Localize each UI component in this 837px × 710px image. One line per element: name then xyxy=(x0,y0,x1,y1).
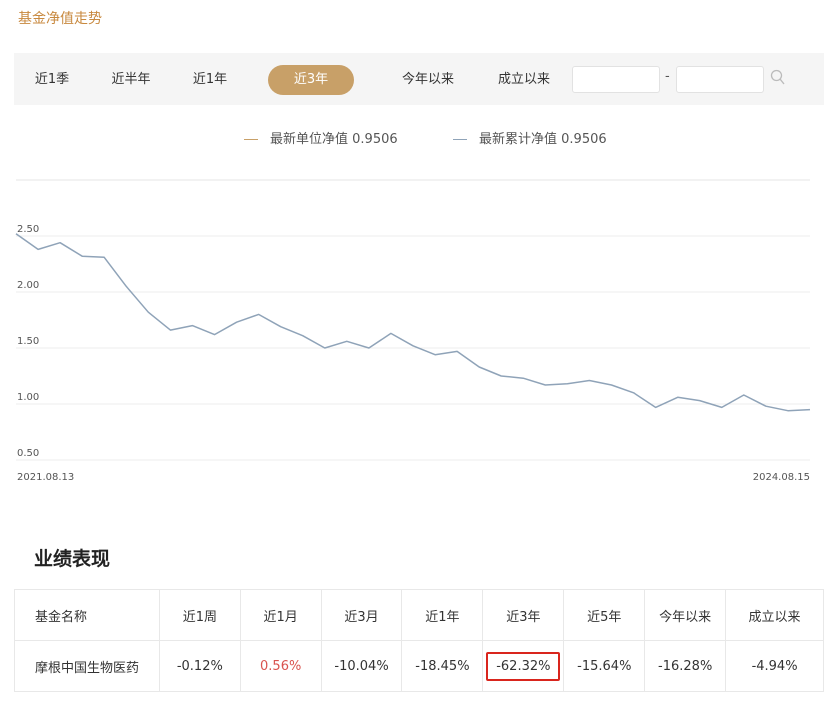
legend-cumulative-nav: 最新累计净值 0.9506 xyxy=(453,128,607,147)
start-date-input[interactable] xyxy=(572,66,660,93)
legend-label: 最新累计净值 xyxy=(479,132,557,147)
header-3-year: 近3年 xyxy=(483,590,564,641)
return-1-week: -0.12% xyxy=(159,641,240,692)
tab-half-year[interactable]: 近半年 xyxy=(106,65,156,95)
return-3-year-cell: -62.32% xyxy=(483,641,564,692)
return-since-inception: -4.94% xyxy=(726,641,824,692)
tab-1-quarter[interactable]: 近1季 xyxy=(30,65,74,95)
fund-name-cell[interactable]: 摩根中国生物医药 xyxy=(15,641,160,692)
tab-1-year[interactable]: 近1年 xyxy=(188,65,232,95)
legend-unit-nav: 最新单位净值 0.9506 xyxy=(244,128,398,147)
header-5-year: 近5年 xyxy=(564,590,645,641)
header-since-inception: 成立以来 xyxy=(726,590,824,641)
header-1-week: 近1周 xyxy=(159,590,240,641)
return-5-year: -15.64% xyxy=(564,641,645,692)
performance-title: 业绩表现 xyxy=(34,544,110,571)
date-separator: - xyxy=(665,69,670,84)
return-3-month: -10.04% xyxy=(321,641,402,692)
legend-value: 0.9506 xyxy=(561,132,607,147)
header-fund-name: 基金名称 xyxy=(15,590,160,641)
legend-label: 最新单位净值 xyxy=(270,132,348,147)
x-label-start: 2021.08.13 xyxy=(17,472,74,483)
tab-ytd[interactable]: 今年以来 xyxy=(396,65,460,95)
y-tick-label: 2.50 xyxy=(17,224,39,235)
table-row: 摩根中国生物医药 -0.12% 0.56% -10.04% -18.45% -6… xyxy=(15,641,824,692)
return-1-month: 0.56% xyxy=(240,641,321,692)
header-1-year: 近1年 xyxy=(402,590,483,641)
performance-table: 基金名称 近1周 近1月 近3月 近1年 近3年 近5年 今年以来 成立以来 摩… xyxy=(14,589,824,692)
chart-legend: 最新单位净值 0.9506 最新累计净值 0.9506 xyxy=(0,128,837,148)
legend-value: 0.9506 xyxy=(352,132,398,147)
search-icon[interactable] xyxy=(770,69,786,87)
section-title: 基金净值走势 xyxy=(18,8,102,28)
x-label-end: 2024.08.15 xyxy=(753,472,810,483)
legend-swatch xyxy=(244,139,258,140)
series-line xyxy=(16,234,810,411)
table-header-row: 基金名称 近1周 近1月 近3月 近1年 近3年 近5年 今年以来 成立以来 xyxy=(15,590,824,641)
header-3-month: 近3月 xyxy=(321,590,402,641)
range-toolbar: 近1季 近半年 近1年 近3年 今年以来 成立以来 - xyxy=(14,53,824,105)
y-tick-label: 0.50 xyxy=(17,448,39,459)
return-ytd: -16.28% xyxy=(645,641,726,692)
nav-line-chart: 2.50 2.00 1.50 1.00 0.50 2021.08.13 2024.08.15 xyxy=(0,170,837,490)
tab-since-inception[interactable]: 成立以来 xyxy=(492,65,556,95)
return-1-year: -18.45% xyxy=(402,641,483,692)
y-tick-label: 1.50 xyxy=(17,336,39,347)
end-date-input[interactable] xyxy=(676,66,764,93)
header-1-month: 近1月 xyxy=(240,590,321,641)
tab-3-year[interactable]: 近3年 xyxy=(268,65,354,95)
return-3-year-highlight: -62.32% xyxy=(486,652,560,681)
y-tick-label: 1.00 xyxy=(17,392,39,403)
y-tick-label: 2.00 xyxy=(17,280,39,291)
legend-swatch xyxy=(453,139,467,140)
header-ytd: 今年以来 xyxy=(645,590,726,641)
